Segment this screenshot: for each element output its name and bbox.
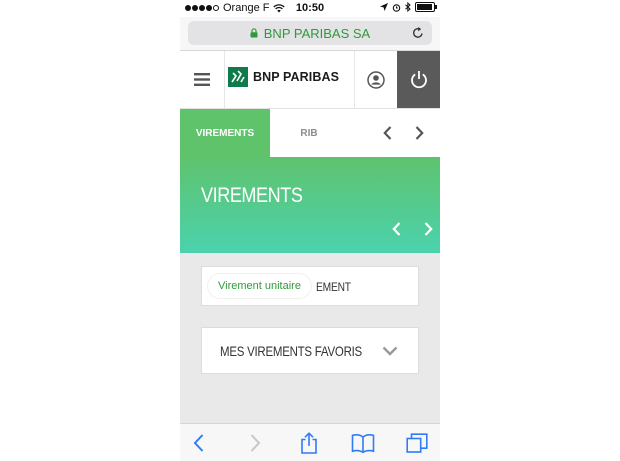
status-right bbox=[380, 2, 437, 12]
chevron-left-icon bbox=[193, 434, 203, 452]
lock-icon bbox=[250, 28, 258, 38]
favorites-card[interactable]: MES VIREMENTS FAVORIS bbox=[201, 327, 419, 374]
brand-logo[interactable]: BNP PARIBAS bbox=[228, 67, 339, 87]
site-name: BNP PARIBAS SA bbox=[263, 25, 371, 41]
chevron-right-icon bbox=[250, 434, 260, 452]
user-icon bbox=[367, 70, 385, 89]
phone-screen: Orange F 10:50 BNP PARIBAS SA BNP PARIBA… bbox=[180, 0, 440, 461]
menu-button[interactable] bbox=[180, 51, 225, 108]
status-bar: Orange F 10:50 bbox=[180, 0, 440, 17]
forward-button[interactable] bbox=[243, 432, 267, 454]
power-icon bbox=[410, 71, 427, 89]
alarm-icon bbox=[392, 3, 401, 12]
share-icon bbox=[301, 432, 317, 454]
tab-virements[interactable]: VIREMENTS bbox=[180, 109, 270, 157]
location-icon bbox=[380, 3, 388, 11]
transfer-unit-tooltip[interactable]: Virement unitaire bbox=[208, 274, 311, 298]
bookmarks-button[interactable] bbox=[351, 432, 375, 454]
url-field[interactable]: BNP PARIBAS SA bbox=[188, 21, 432, 45]
chevron-left-icon bbox=[391, 222, 400, 236]
page-title: VIREMENTS bbox=[201, 184, 303, 207]
share-button[interactable] bbox=[297, 432, 321, 454]
section-banner: VIREMENTS bbox=[180, 157, 440, 253]
app-header: BNP PARIBAS bbox=[180, 51, 440, 109]
bookmarks-icon bbox=[351, 434, 375, 453]
chevron-down-icon bbox=[382, 343, 398, 361]
brand-logo-icon bbox=[228, 67, 248, 87]
tab-rib[interactable]: RIB bbox=[270, 109, 348, 157]
chevron-right-icon bbox=[424, 222, 433, 236]
favorites-label: MES VIREMENTS FAVORIS bbox=[220, 343, 362, 359]
browser-toolbar bbox=[180, 423, 440, 461]
section-tabs: VIREMENTS RIB bbox=[180, 109, 440, 157]
banner-next-button[interactable] bbox=[419, 220, 437, 238]
profile-button[interactable] bbox=[354, 51, 397, 108]
tabs-icon bbox=[406, 433, 428, 453]
transfer-card[interactable]: EMENT Virement unitaire bbox=[201, 266, 419, 306]
tabs-button[interactable] bbox=[405, 432, 429, 454]
bluetooth-icon bbox=[405, 2, 411, 12]
chevron-left-icon bbox=[382, 126, 391, 140]
back-button[interactable] bbox=[186, 432, 210, 454]
brand-name: BNP PARIBAS bbox=[253, 70, 340, 84]
tabs-prev-button[interactable] bbox=[377, 124, 397, 142]
hamburger-icon bbox=[194, 73, 210, 86]
chevron-right-icon bbox=[415, 126, 424, 140]
logout-button[interactable] bbox=[397, 51, 440, 108]
banner-prev-button[interactable] bbox=[387, 220, 405, 238]
tabs-next-button[interactable] bbox=[409, 124, 429, 142]
browser-address-bar: BNP PARIBAS SA bbox=[180, 17, 440, 51]
battery-icon bbox=[415, 2, 437, 12]
reload-icon[interactable] bbox=[412, 26, 424, 42]
transfer-card-label: EMENT bbox=[316, 280, 351, 294]
